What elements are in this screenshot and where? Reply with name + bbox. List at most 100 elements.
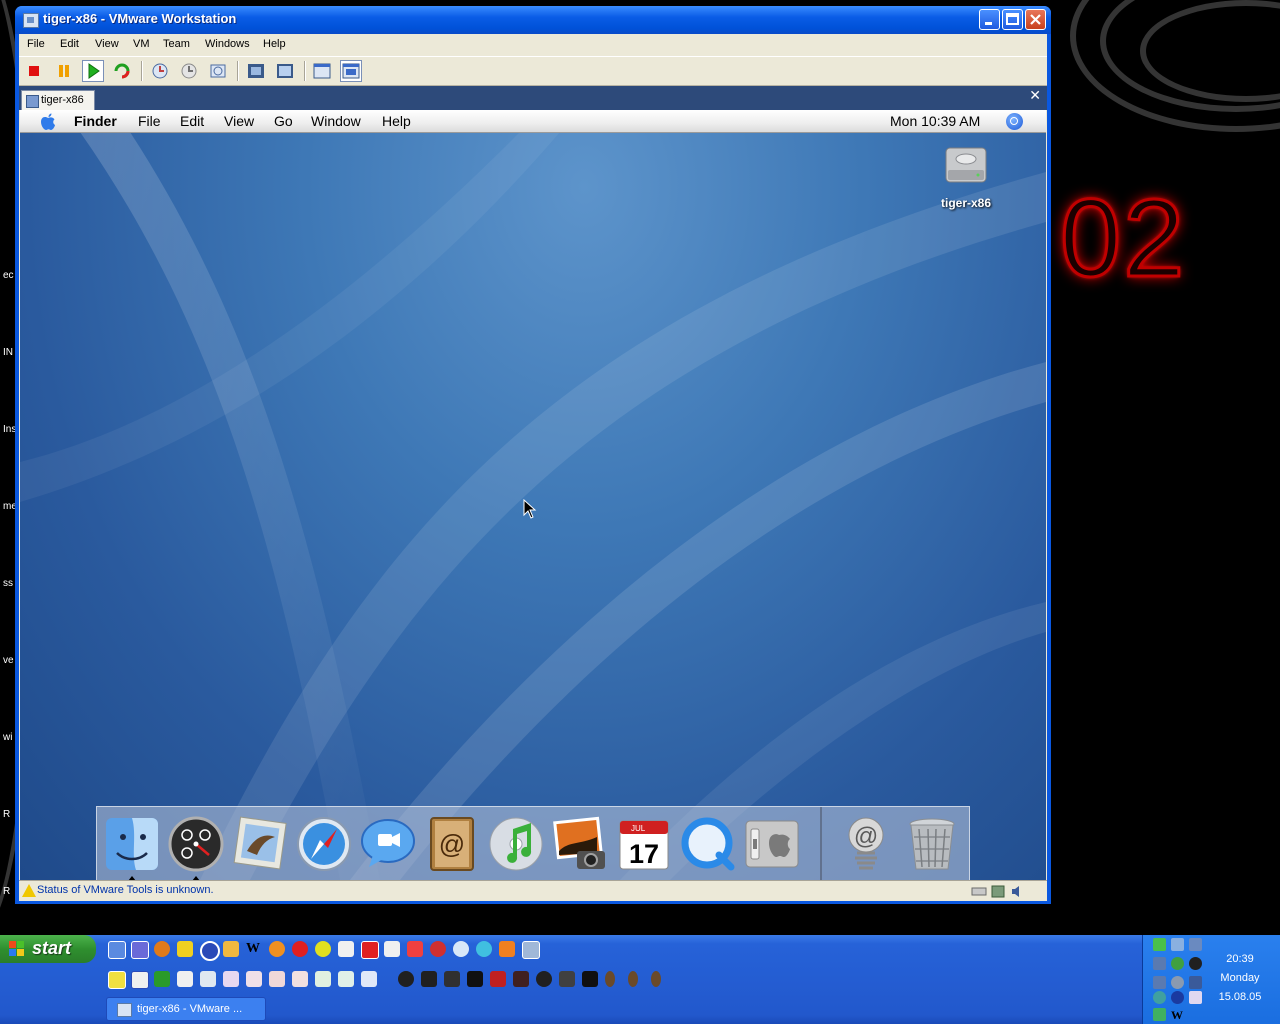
dock-downloads[interactable]: @ bbox=[837, 815, 895, 873]
close-button[interactable] bbox=[1025, 9, 1046, 30]
minimize-button[interactable] bbox=[979, 9, 1000, 30]
dock-itunes[interactable] bbox=[487, 815, 545, 873]
quicklaunch-app-icon[interactable] bbox=[223, 971, 239, 987]
dock-safari[interactable] bbox=[295, 815, 353, 873]
quicklaunch-app-icon[interactable] bbox=[315, 941, 331, 957]
tray-word-icon[interactable]: W bbox=[1171, 1008, 1184, 1022]
mac-menu-go[interactable]: Go bbox=[274, 113, 293, 129]
dock-dashboard[interactable] bbox=[167, 815, 225, 880]
quicklaunch-app-icon[interactable] bbox=[407, 941, 423, 957]
revert-snapshot-button[interactable] bbox=[178, 60, 200, 82]
tray-app-icon[interactable] bbox=[1153, 1008, 1166, 1021]
menu-view[interactable]: View bbox=[95, 38, 119, 50]
vmware-tools-status[interactable]: Status of VMware Tools is unknown. bbox=[37, 884, 214, 896]
quicklaunch-firefox-icon[interactable] bbox=[154, 941, 170, 957]
tray-app-icon[interactable] bbox=[1153, 991, 1166, 1004]
quicklaunch-app-icon[interactable] bbox=[536, 971, 552, 987]
power-on-button[interactable] bbox=[82, 60, 104, 82]
tray-clock-time[interactable]: 20:39 bbox=[1203, 953, 1277, 965]
mac-menu-view[interactable]: View bbox=[224, 113, 254, 129]
snapshot-manager-button[interactable] bbox=[207, 60, 229, 82]
mac-menu-window[interactable]: Window bbox=[311, 113, 361, 129]
quicklaunch-app-icon[interactable] bbox=[628, 971, 638, 987]
tray-app-icon[interactable] bbox=[1171, 957, 1184, 970]
quicklaunch-app-icon[interactable] bbox=[292, 941, 308, 957]
taskbar-button-vmware[interactable]: tiger-x86 - VMware ... bbox=[106, 997, 266, 1021]
quicklaunch-app-icon[interactable] bbox=[131, 941, 149, 959]
dock-address-book[interactable]: @ bbox=[423, 815, 481, 873]
quicklaunch-acrobat-icon[interactable] bbox=[361, 941, 379, 959]
dock-mail[interactable] bbox=[231, 815, 289, 873]
quicklaunch-word-icon[interactable]: W bbox=[246, 941, 262, 957]
quicklaunch-app-icon[interactable] bbox=[430, 941, 446, 957]
tray-app-icon[interactable] bbox=[1153, 957, 1166, 970]
window-titlebar[interactable]: tiger-x86 - VMware Workstation bbox=[15, 6, 1051, 34]
quicklaunch-app-icon[interactable] bbox=[384, 941, 400, 957]
quicklaunch-app-icon[interactable] bbox=[490, 971, 506, 987]
menu-windows[interactable]: Windows bbox=[205, 38, 250, 50]
maximize-button[interactable] bbox=[1002, 9, 1023, 30]
quicklaunch-app-icon[interactable] bbox=[398, 971, 414, 987]
dock-ichat[interactable] bbox=[359, 815, 417, 873]
quicklaunch-app-icon[interactable] bbox=[522, 941, 540, 959]
quicklaunch-media-player-icon[interactable] bbox=[200, 941, 220, 961]
quicklaunch-app-icon[interactable] bbox=[338, 971, 354, 987]
console-view-button[interactable] bbox=[340, 60, 362, 82]
mac-clock[interactable]: Mon 10:39 AM bbox=[890, 113, 980, 129]
dock-quicktime[interactable] bbox=[679, 815, 737, 873]
quicklaunch-app-icon[interactable] bbox=[582, 971, 598, 987]
quicklaunch-app-icon[interactable] bbox=[315, 971, 331, 987]
tray-app-icon[interactable] bbox=[1189, 938, 1202, 951]
quicklaunch-app-icon[interactable] bbox=[177, 971, 193, 987]
tray-app-icon[interactable] bbox=[1189, 976, 1202, 989]
mac-menu-finder[interactable]: Finder bbox=[74, 113, 117, 129]
snapshot-button[interactable] bbox=[149, 60, 171, 82]
power-off-button[interactable] bbox=[23, 60, 45, 82]
spotlight-icon[interactable] bbox=[1006, 113, 1023, 130]
tray-app-icon[interactable] bbox=[1171, 976, 1184, 989]
quicklaunch-app-icon[interactable] bbox=[476, 941, 492, 957]
quicklaunch-steam-icon[interactable] bbox=[444, 971, 460, 987]
quicklaunch-app-icon[interactable] bbox=[361, 971, 377, 987]
apple-menu-icon[interactable] bbox=[39, 112, 57, 131]
start-button[interactable]: start bbox=[0, 935, 96, 963]
suspend-button[interactable] bbox=[53, 60, 75, 82]
menu-edit[interactable]: Edit bbox=[60, 38, 79, 50]
quicklaunch-folder-icon[interactable] bbox=[223, 941, 239, 957]
tray-steam-icon[interactable] bbox=[1189, 957, 1202, 970]
dock-system-preferences[interactable] bbox=[743, 815, 801, 873]
quicklaunch-app-icon[interactable] bbox=[246, 971, 262, 987]
menu-help[interactable]: Help bbox=[263, 38, 286, 50]
quicklaunch-app-icon[interactable] bbox=[467, 971, 483, 987]
tray-app-icon[interactable] bbox=[1171, 938, 1184, 951]
quicklaunch-app-icon[interactable] bbox=[421, 971, 437, 987]
quicklaunch-app-icon[interactable] bbox=[453, 941, 469, 957]
quicklaunch-app-icon[interactable] bbox=[200, 971, 216, 987]
tab-tiger-x86[interactable]: tiger-x86 bbox=[21, 90, 95, 110]
full-screen-button[interactable] bbox=[245, 60, 267, 82]
tray-app-icon[interactable] bbox=[1189, 991, 1202, 1004]
tray-network-icon[interactable] bbox=[1153, 976, 1166, 989]
quicklaunch-app-icon[interactable] bbox=[513, 971, 529, 987]
dock-ical[interactable]: JUL 17 bbox=[615, 815, 673, 873]
reset-button[interactable] bbox=[111, 60, 133, 82]
guest-screen[interactable]: Finder File Edit View Go Window Help Mon… bbox=[20, 110, 1046, 880]
mac-menu-help[interactable]: Help bbox=[382, 113, 411, 129]
quicklaunch-excel-icon[interactable] bbox=[154, 971, 170, 987]
quicklaunch-app-icon[interactable] bbox=[605, 971, 615, 987]
close-tab-icon[interactable]: ✕ bbox=[1029, 88, 1041, 104]
menu-file[interactable]: File bbox=[27, 38, 45, 50]
hard-drive-icon[interactable] bbox=[944, 144, 988, 186]
dock-finder[interactable] bbox=[103, 815, 161, 880]
quick-switch-button[interactable] bbox=[274, 60, 296, 82]
quicklaunch-app-icon[interactable] bbox=[108, 971, 126, 989]
quicklaunch-app-icon[interactable] bbox=[338, 941, 354, 957]
quicklaunch-app-icon[interactable] bbox=[499, 941, 515, 957]
dock-trash[interactable] bbox=[903, 815, 961, 873]
quicklaunch-app-icon[interactable] bbox=[559, 971, 575, 987]
menu-team[interactable]: Team bbox=[163, 38, 190, 50]
tray-bluetooth-icon[interactable] bbox=[1171, 991, 1184, 1004]
quicklaunch-word-doc-icon[interactable] bbox=[131, 971, 149, 989]
quicklaunch-app-icon[interactable] bbox=[269, 941, 285, 957]
quicklaunch-app-icon[interactable] bbox=[269, 971, 285, 987]
